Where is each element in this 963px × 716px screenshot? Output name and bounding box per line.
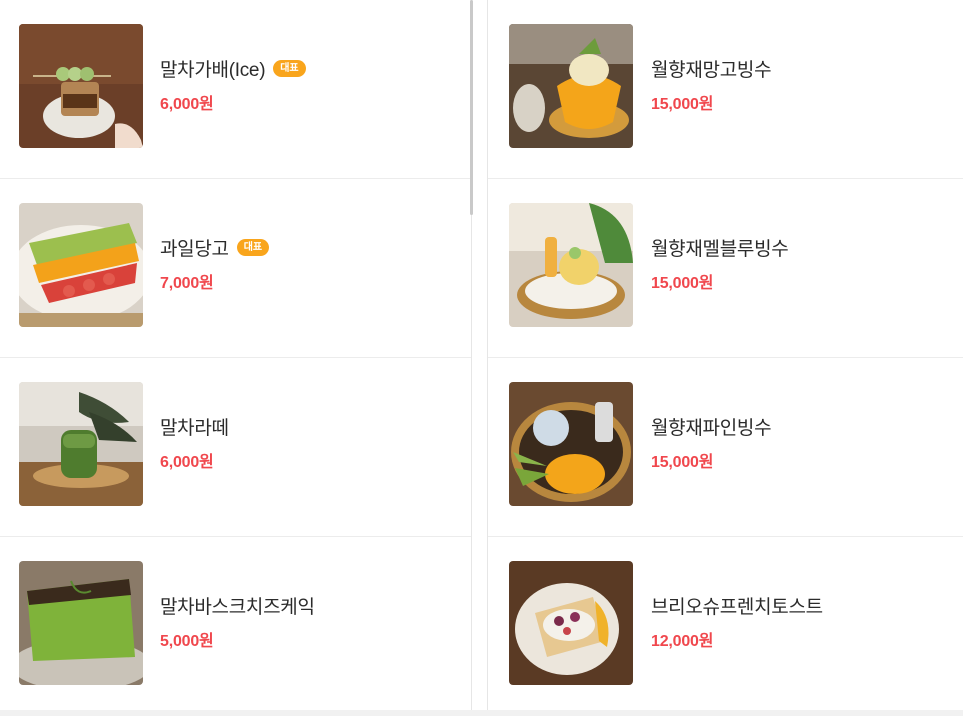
menu-item-photo bbox=[509, 561, 633, 685]
menu-item-info: 말차가배(Ice) 대표 6,000원 bbox=[160, 54, 461, 114]
menu-item-photo bbox=[509, 203, 633, 327]
menu-item-price: 6,000원 bbox=[160, 454, 214, 471]
menu-page: 말차가배(Ice) 대표 6,000원 과일당고 대표 7,000원 말차라떼 … bbox=[0, 0, 963, 716]
menu-item[interactable]: 브리오슈프렌치토스트 12,000원 bbox=[488, 537, 963, 716]
menu-item-price: 6,000원 bbox=[160, 96, 214, 113]
menu-item-price: 15,000원 bbox=[651, 275, 714, 292]
menu-item[interactable]: 말차라떼 6,000원 bbox=[0, 358, 471, 537]
signature-badge: 대표 bbox=[273, 59, 306, 77]
menu-item-name: 말차가배(Ice) bbox=[160, 59, 266, 81]
menu-item[interactable]: 과일당고 대표 7,000원 bbox=[0, 179, 471, 358]
menu-item-photo bbox=[509, 382, 633, 506]
menu-item-price: 7,000원 bbox=[160, 275, 214, 292]
menu-item-name: 월향재멜블루빙수 bbox=[651, 238, 789, 260]
menu-item-info: 브리오슈프렌치토스트 12,000원 bbox=[651, 591, 954, 651]
menu-item-name: 말차바스크치즈케익 bbox=[160, 596, 315, 618]
bottom-divider-band bbox=[0, 710, 963, 716]
menu-item-name: 브리오슈프렌치토스트 bbox=[651, 596, 823, 618]
menu-item-photo bbox=[509, 24, 633, 148]
menu-item-name: 말차라떼 bbox=[160, 417, 229, 439]
menu-item-photo bbox=[19, 203, 143, 327]
scrollbar-thumb[interactable] bbox=[470, 0, 473, 215]
menu-item[interactable]: 월향재망고빙수 15,000원 bbox=[488, 0, 963, 179]
menu-item-info: 월향재멜블루빙수 15,000원 bbox=[651, 233, 954, 293]
menu-item-name: 월향재파인빙수 bbox=[651, 417, 772, 439]
menu-item[interactable]: 말차가배(Ice) 대표 6,000원 bbox=[0, 0, 471, 179]
menu-item-info: 과일당고 대표 7,000원 bbox=[160, 233, 461, 293]
menu-item-name: 과일당고 bbox=[160, 238, 229, 260]
menu-item-price: 12,000원 bbox=[651, 633, 714, 650]
menu-item-photo bbox=[19, 24, 143, 148]
menu-item-photo bbox=[19, 561, 143, 685]
signature-badge: 대표 bbox=[236, 238, 270, 256]
menu-item[interactable]: 월향재파인빙수 15,000원 bbox=[488, 358, 963, 537]
menu-item-price: 5,000원 bbox=[160, 633, 214, 650]
menu-item-info: 말차라떼 6,000원 bbox=[160, 412, 461, 472]
menu-column-right: 월향재망고빙수 15,000원 월향재멜블루빙수 15,000원 월향재파인빙수… bbox=[487, 0, 963, 710]
menu-item-price: 15,000원 bbox=[651, 454, 714, 471]
menu-item-info: 말차바스크치즈케익 5,000원 bbox=[160, 591, 461, 651]
menu-item-photo bbox=[19, 382, 143, 506]
menu-column-left: 말차가배(Ice) 대표 6,000원 과일당고 대표 7,000원 말차라떼 … bbox=[0, 0, 471, 710]
menu-item[interactable]: 월향재멜블루빙수 15,000원 bbox=[488, 179, 963, 358]
menu-item[interactable]: 말차바스크치즈케익 5,000원 bbox=[0, 537, 471, 716]
menu-item-name: 월향재망고빙수 bbox=[651, 59, 772, 81]
menu-item-price: 15,000원 bbox=[651, 96, 714, 113]
menu-item-info: 월향재파인빙수 15,000원 bbox=[651, 412, 954, 472]
menu-item-info: 월향재망고빙수 15,000원 bbox=[651, 54, 954, 114]
